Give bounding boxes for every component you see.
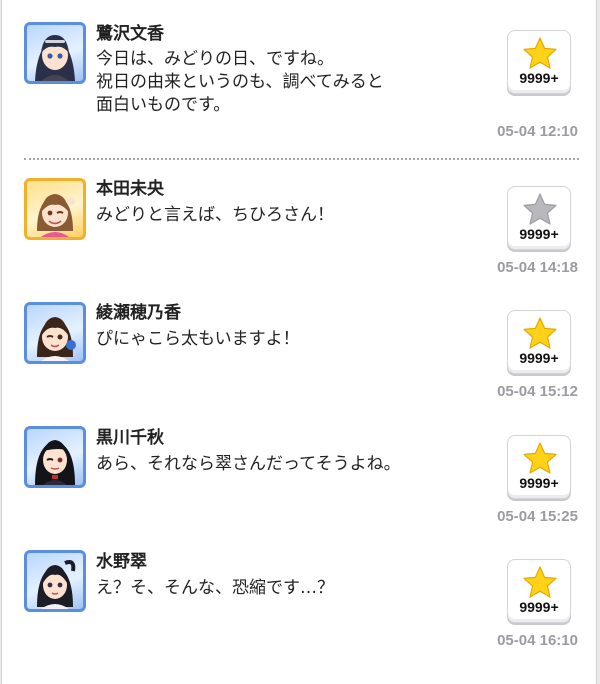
avatar[interactable] — [24, 426, 86, 488]
comment-text: みどりと言えば、ちひろさん！ — [96, 204, 334, 227]
star-icon — [523, 193, 557, 225]
timestamp: 05-04 16:10 — [497, 632, 578, 649]
comment-line: え？そ、そんな、恐縮です…？ — [96, 578, 334, 598]
like-count: 9999+ — [519, 70, 559, 86]
like-count: 9999+ — [519, 350, 559, 366]
star-icon — [523, 566, 557, 598]
comment-line: ぴにゃこら太もいますよ！ — [96, 329, 300, 349]
star-icon — [523, 37, 557, 69]
poster-name: 黒川千秋 — [96, 428, 164, 448]
like-button[interactable]: 9999+ — [507, 559, 571, 623]
comment-text: 今日は、みどりの日、ですね。 祝日の由来というのも、調べてみると 面白いものです… — [96, 48, 384, 117]
poster-name: 水野翠 — [96, 552, 147, 572]
divider — [24, 158, 579, 160]
avatar[interactable] — [24, 22, 86, 84]
comment-text: え？そ、そんな、恐縮です…？ — [96, 577, 334, 600]
comment-line: 祝日の由来というのも、調べてみると — [96, 72, 384, 92]
like-count: 9999+ — [519, 226, 559, 242]
avatar[interactable] — [24, 178, 86, 240]
like-button[interactable]: 9999+ — [507, 30, 571, 94]
comment-line: あら、それなら翠さんだってそうよね。 — [96, 454, 401, 474]
like-button[interactable]: 9999+ — [507, 186, 571, 250]
timestamp: 05-04 14:18 — [497, 259, 578, 276]
like-count: 9999+ — [519, 599, 559, 615]
star-icon — [523, 317, 557, 349]
comment-line: 今日は、みどりの日、ですね。 — [96, 49, 334, 69]
avatar[interactable] — [24, 550, 86, 612]
timestamp: 05-04 15:12 — [497, 383, 578, 400]
like-button[interactable]: 9999+ — [507, 310, 571, 374]
comment-line: みどりと言えば、ちひろさん！ — [96, 205, 334, 225]
timestamp: 05-04 12:10 — [497, 123, 578, 140]
poster-name: 本田未央 — [96, 179, 164, 199]
comment-line: 面白いものです。 — [96, 95, 231, 115]
avatar[interactable] — [24, 302, 86, 364]
comment-thread: 鷺沢文香 今日は、みどりの日、ですね。 祝日の由来というのも、調べてみると 面白… — [1, 0, 597, 684]
comment-text: ぴにゃこら太もいますよ！ — [96, 328, 300, 351]
star-icon — [523, 442, 557, 474]
poster-name: 鷺沢文香 — [96, 24, 164, 44]
comment-text: あら、それなら翠さんだってそうよね。 — [96, 453, 401, 476]
poster-name: 綾瀬穂乃香 — [96, 303, 181, 323]
like-count: 9999+ — [519, 475, 559, 491]
timestamp: 05-04 15:25 — [497, 508, 578, 525]
like-button[interactable]: 9999+ — [507, 435, 571, 499]
